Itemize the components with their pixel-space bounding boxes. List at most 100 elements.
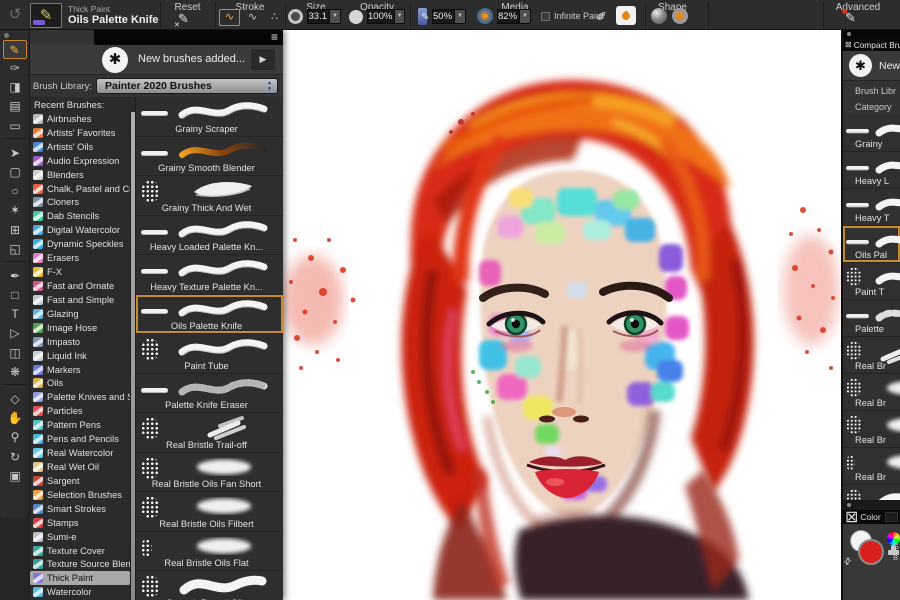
- compact-variant-item[interactable]: Oils Pal: [843, 226, 900, 263]
- compact-variant-item[interactable]: Heavy L: [843, 152, 900, 189]
- brush-variant-item[interactable]: Smooth Round Oils: [136, 571, 283, 600]
- infinite-paint-checkbox[interactable]: [541, 12, 550, 21]
- brush-category-item[interactable]: Pens and Pencils: [30, 432, 130, 446]
- current-brush-chip[interactable]: ✎: [30, 3, 62, 28]
- stroke-smooth-button[interactable]: ∿: [242, 9, 263, 26]
- brush-category-item[interactable]: F-X: [30, 265, 130, 279]
- brush-category-item[interactable]: Liquid Ink: [30, 349, 130, 363]
- brush-tool[interactable]: ✎: [3, 40, 27, 59]
- dab-shape-button[interactable]: [651, 8, 667, 24]
- right-panel-titlebar[interactable]: [843, 30, 900, 38]
- panel-menu-icon[interactable]: ≡: [271, 30, 278, 44]
- brush-library-dropdown[interactable]: Painter 2020 Brushes ▲▼: [96, 78, 278, 94]
- right-new-brushes-banner[interactable]: ✱ New: [843, 51, 900, 81]
- dab-preview-button[interactable]: [672, 8, 688, 24]
- reset-brush-button[interactable]: ✎✕: [178, 11, 198, 27]
- compact-variant-item[interactable]: Real Br: [843, 337, 900, 374]
- page-layout-tool[interactable]: ▣: [0, 467, 30, 486]
- transform-tool[interactable]: ⊞: [0, 221, 30, 240]
- panel-titlebar[interactable]: ≡: [30, 30, 283, 45]
- toolbox-close-dot[interactable]: [4, 33, 9, 38]
- brush-category-item[interactable]: Smart Strokes: [30, 502, 130, 516]
- brush-category-item[interactable]: Pattern Pens: [30, 418, 130, 432]
- brush-category-item[interactable]: Image Hose: [30, 321, 130, 335]
- brush-category-item[interactable]: Glazing: [30, 307, 130, 321]
- compact-brush-tab[interactable]: ⊠ Compact Brush: [843, 38, 900, 51]
- compact-variant-item[interactable]: Smooth: [843, 485, 900, 500]
- brush-variant-item[interactable]: Grainy Scraper: [136, 97, 283, 137]
- brush-variant-item[interactable]: Palette Knife Eraser: [136, 374, 283, 414]
- brush-category-item[interactable]: Watercolor: [30, 585, 130, 599]
- opacity-dropdown-icon[interactable]: ▼: [394, 10, 404, 23]
- brush-variant-item[interactable]: Grainy Thick And Wet: [136, 176, 283, 216]
- brush-variant-item[interactable]: Heavy Loaded Palette Kn...: [136, 216, 283, 256]
- brush-category-item[interactable]: Blenders: [30, 168, 130, 182]
- lasso-tool[interactable]: ○: [0, 182, 30, 201]
- brush-category-item[interactable]: Stamps: [30, 516, 130, 530]
- compact-variant-item[interactable]: Paint T: [843, 263, 900, 300]
- hand-tool[interactable]: ✋: [0, 409, 30, 428]
- brush-category-item[interactable]: Palette Knives and Sp...: [30, 390, 130, 404]
- opacity-field[interactable]: 100%▼: [367, 9, 405, 24]
- brush-category-item[interactable]: Particles: [30, 404, 130, 418]
- brush-category-item[interactable]: Sargent: [30, 474, 130, 488]
- brush-category-item[interactable]: Impasto: [30, 335, 130, 349]
- brush-category-item[interactable]: Dynamic Speckles: [30, 237, 130, 251]
- canvas[interactable]: [283, 30, 841, 600]
- gradient-tool[interactable]: ▤: [0, 97, 30, 116]
- brush-category-item[interactable]: Oils: [30, 377, 130, 391]
- brush-category-item[interactable]: Dab Stencils: [30, 209, 130, 223]
- eraser-tool[interactable]: ▭: [0, 117, 30, 136]
- color-panel-tab[interactable]: ⊠ Color: [843, 510, 900, 524]
- paint-tube-icon[interactable]: [418, 8, 427, 25]
- brush-category-item[interactable]: Artists' Oils: [30, 140, 130, 154]
- marker-mode-icon[interactable]: ✐: [596, 9, 607, 25]
- panel-dot-icon[interactable]: [847, 32, 851, 36]
- advanced-brush-settings-button[interactable]: ✎: [845, 10, 856, 26]
- clean-brush-button[interactable]: [616, 6, 636, 25]
- brush-category-item[interactable]: Real Watercolor: [30, 446, 130, 460]
- paint-bucket-tool[interactable]: ◨: [0, 78, 30, 97]
- brush-variant-item[interactable]: Real Bristle Oils Flat: [136, 532, 283, 572]
- dropdown-stepper-icon[interactable]: ▲▼: [263, 79, 276, 93]
- brush-variant-item[interactable]: Real Bristle Oils Filbert: [136, 492, 283, 532]
- swap-colors-icon[interactable]: ⇄: [843, 555, 854, 568]
- brush-category-item[interactable]: Texture Source Blendi...: [30, 558, 130, 572]
- brush-category-item[interactable]: Sumi-e: [30, 530, 130, 544]
- flow-dropdown-icon[interactable]: ▼: [519, 10, 530, 23]
- new-brushes-banner[interactable]: ✱ New brushes added... ▶: [30, 45, 283, 75]
- brush-category-item[interactable]: Fast and Simple: [30, 293, 130, 307]
- compact-variant-item[interactable]: Grainy: [843, 115, 900, 152]
- flow-field[interactable]: 82%▼: [497, 9, 531, 24]
- brush-variant-item[interactable]: Paint Tube: [136, 334, 283, 374]
- brush-category-item[interactable]: Selection Brushes: [30, 488, 130, 502]
- size-flyout-button[interactable]: [288, 9, 303, 24]
- brush-category-item[interactable]: Texture Cover: [30, 544, 130, 558]
- stroke-dots-button[interactable]: ∴: [264, 9, 285, 26]
- brush-category-item[interactable]: Artists' Favorites: [30, 126, 130, 140]
- media-flow-icon[interactable]: ◉: [477, 8, 493, 24]
- brush-category-item[interactable]: Fast and Ornate: [30, 279, 130, 293]
- compact-variant-item[interactable]: Real Br: [843, 448, 900, 485]
- compact-variant-item[interactable]: Real Br: [843, 411, 900, 448]
- dropper-tool[interactable]: ✑: [0, 59, 30, 78]
- perspective-tool[interactable]: ◇: [0, 390, 30, 409]
- brush-category-item[interactable]: Thick Paint: [30, 571, 130, 585]
- opacity-flyout-button[interactable]: [349, 10, 363, 24]
- close-box-icon[interactable]: ⊠: [845, 40, 852, 49]
- brush-category-item[interactable]: Chalk, Pastel and Cra...: [30, 182, 130, 196]
- brush-variant-item[interactable]: Real Bristle Oils Fan Short: [136, 453, 283, 493]
- size-field[interactable]: 33.1▼: [307, 9, 341, 24]
- brush-category-item[interactable]: Airbrushes: [30, 112, 130, 126]
- brush-variant-item[interactable]: Oils Palette Knife: [136, 295, 283, 335]
- mirror-painting-tool[interactable]: ◫: [0, 344, 30, 363]
- brush-category-item[interactable]: Erasers: [30, 251, 130, 265]
- panel-dot-icon[interactable]: [847, 503, 851, 507]
- banner-play-button[interactable]: ▶: [251, 49, 275, 70]
- brush-category-item[interactable]: Digital Watercolor: [30, 223, 130, 237]
- shape-select-tool[interactable]: ▷: [0, 324, 30, 343]
- brush-variant-item[interactable]: Real Bristle Trail-off: [136, 413, 283, 453]
- main-color-swatch[interactable]: [858, 539, 884, 565]
- layer-adjuster-tool[interactable]: ➤: [0, 144, 30, 163]
- brush-category-item[interactable]: Real Wet Oil: [30, 460, 130, 474]
